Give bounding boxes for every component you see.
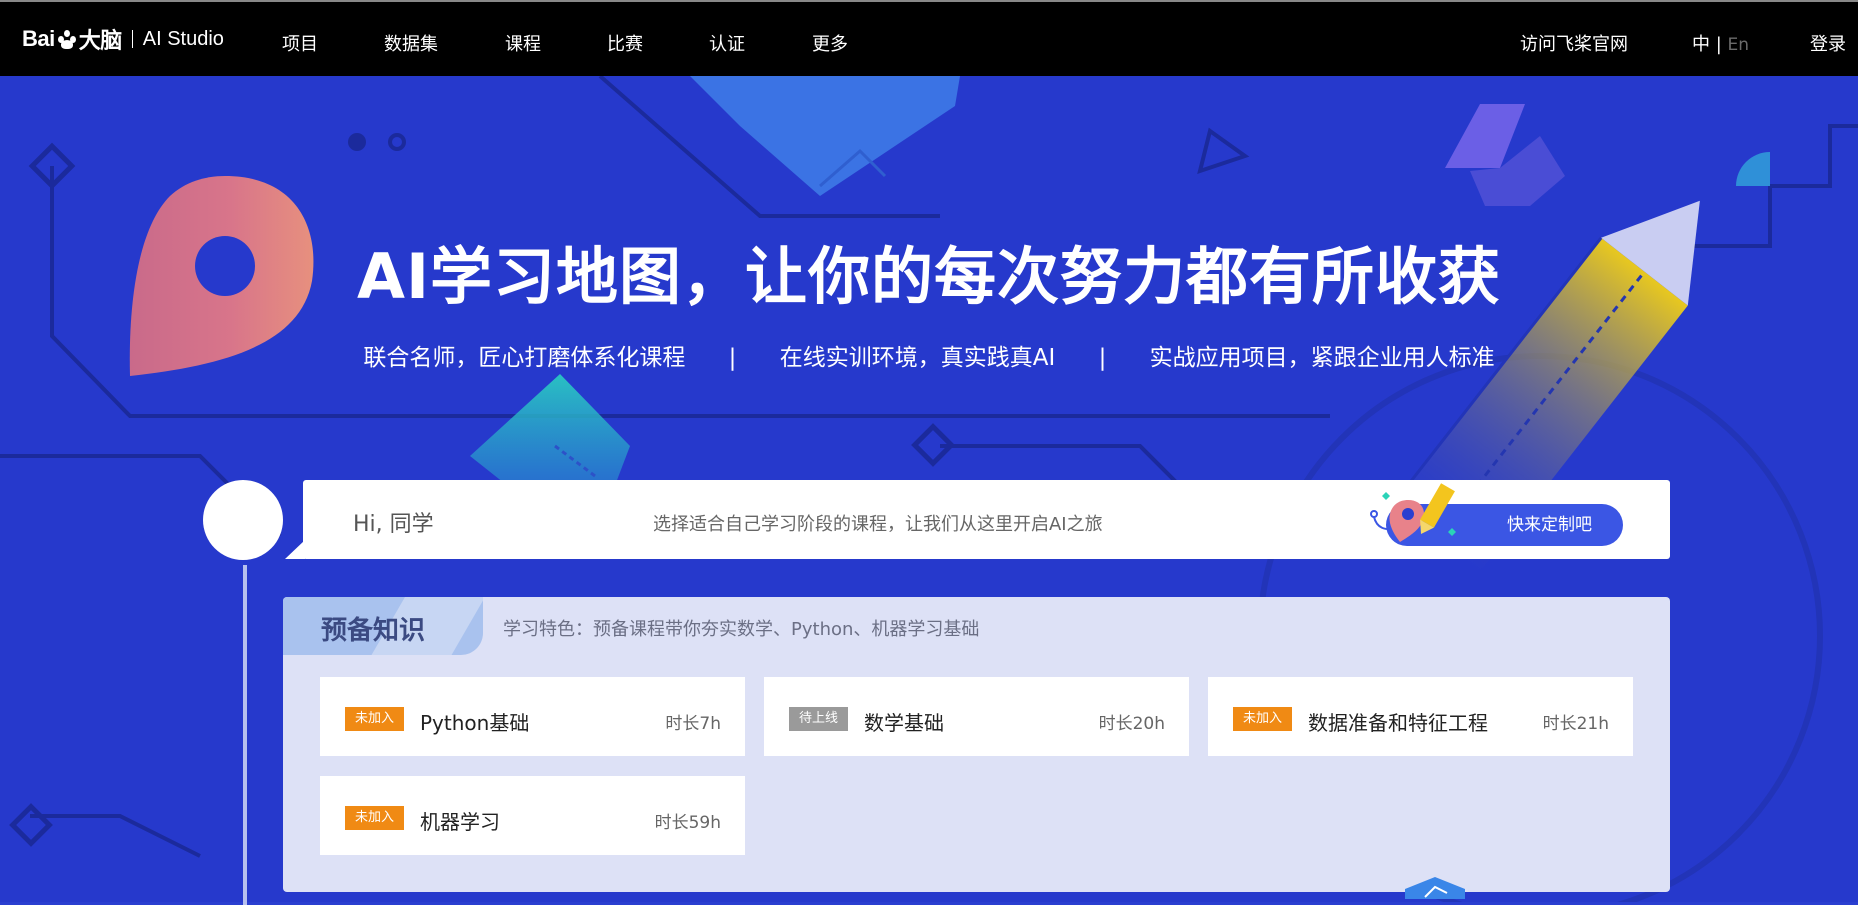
- language-switch: 中 | En: [1692, 30, 1749, 56]
- nav-item-projects[interactable]: 项目: [282, 30, 318, 56]
- course-duration: 时长20h: [1098, 714, 1165, 734]
- official-site-link[interactable]: 访问飞桨官网: [1520, 30, 1628, 56]
- status-badge: 未加入: [1233, 707, 1293, 731]
- lang-en[interactable]: En: [1728, 35, 1750, 55]
- hero-subtitle-separator: |: [1098, 345, 1107, 371]
- hero-subtitles: 联合名师，匠心打磨体系化课程 | 在线实训环境，真实践真AI | 实战应用项目，…: [0, 338, 1858, 372]
- course-card-data-prep[interactable]: 未加入 数据准备和特征工程 时长21h: [1208, 677, 1633, 756]
- hero-subtitle-3: 实战应用项目，紧跟企业用人标准: [1149, 345, 1495, 371]
- greeting-hi: Hi, 同学: [353, 512, 434, 537]
- nav-item-certification[interactable]: 认证: [709, 30, 745, 56]
- status-badge: 未加入: [345, 806, 405, 830]
- logo-text-danao: 大脑: [78, 28, 123, 53]
- lang-zh[interactable]: 中: [1692, 34, 1710, 55]
- panel-feature-text: 学习特色：预备课程带你夯实数学、Python、机器学习基础: [503, 619, 980, 640]
- greeting-bar: Hi, 同学 选择适合自己学习阶段的课程，让我们从这里开启AI之旅 快来定制吧: [303, 480, 1670, 559]
- nav-item-more[interactable]: 更多: [812, 30, 848, 56]
- course-duration: 时长21h: [1542, 714, 1609, 734]
- course-card-python[interactable]: 未加入 Python基础 时长7h: [320, 677, 745, 756]
- map-pin-pencil-icon: [1370, 483, 1456, 542]
- status-badge: 待上线: [789, 707, 849, 731]
- paper-plane-icon: [1405, 877, 1465, 899]
- timeline-line: [243, 565, 247, 905]
- lang-separator: |: [1715, 34, 1722, 55]
- course-card-ml[interactable]: 未加入 机器学习 时长59h: [320, 776, 745, 855]
- nav-item-courses[interactable]: 课程: [505, 30, 541, 56]
- course-name: 数学基础: [864, 711, 944, 735]
- nav-item-competitions[interactable]: 比赛: [607, 30, 643, 56]
- greeting-description: 选择适合自己学习阶段的课程，让我们从这里开启AI之旅: [653, 514, 1103, 535]
- greeting-bubble-tail: [285, 540, 305, 559]
- avatar: [203, 480, 283, 560]
- top-navigation-bar: Bai 大脑 AI Studio 项目 数据集 课程 比赛 认证 更多 访问飞桨…: [0, 0, 1858, 76]
- course-card-math[interactable]: 待上线 数学基础 时长20h: [764, 677, 1189, 756]
- panel-tag-label: 预备知识: [321, 616, 426, 646]
- course-name: 数据准备和特征工程: [1308, 711, 1488, 735]
- login-link[interactable]: 登录: [1810, 30, 1846, 56]
- course-duration: 时长59h: [654, 813, 721, 833]
- logo-text-bai: Bai: [22, 26, 55, 51]
- hero-subtitle-2: 在线实训环境，真实践真AI: [779, 345, 1056, 371]
- prerequisite-panel: 预备知识 学习特色：预备课程带你夯实数学、Python、机器学习基础 未加入 P…: [283, 597, 1670, 899]
- course-name: 机器学习: [420, 810, 500, 834]
- customize-button-label: 快来定制吧: [1507, 515, 1592, 535]
- hero-title: AI学习地图，让你的每次努力都有所收获: [356, 240, 1502, 313]
- logo[interactable]: Bai 大脑 AI Studio: [22, 24, 224, 54]
- status-badge: 未加入: [345, 707, 405, 731]
- course-name: Python基础: [420, 711, 530, 735]
- logo-product-name: AI Studio: [142, 27, 224, 50]
- paw-icon: [56, 29, 78, 49]
- panel-tag: 预备知识: [283, 597, 483, 655]
- hero-subtitle-1: 联合名师，匠心打磨体系化课程: [363, 345, 686, 371]
- baidu-logo-text: Bai 大脑: [22, 23, 122, 55]
- course-duration: 时长7h: [665, 714, 721, 734]
- logo-divider: [131, 30, 133, 48]
- hero-subtitle-separator: |: [728, 345, 737, 371]
- nav-item-datasets[interactable]: 数据集: [384, 30, 438, 56]
